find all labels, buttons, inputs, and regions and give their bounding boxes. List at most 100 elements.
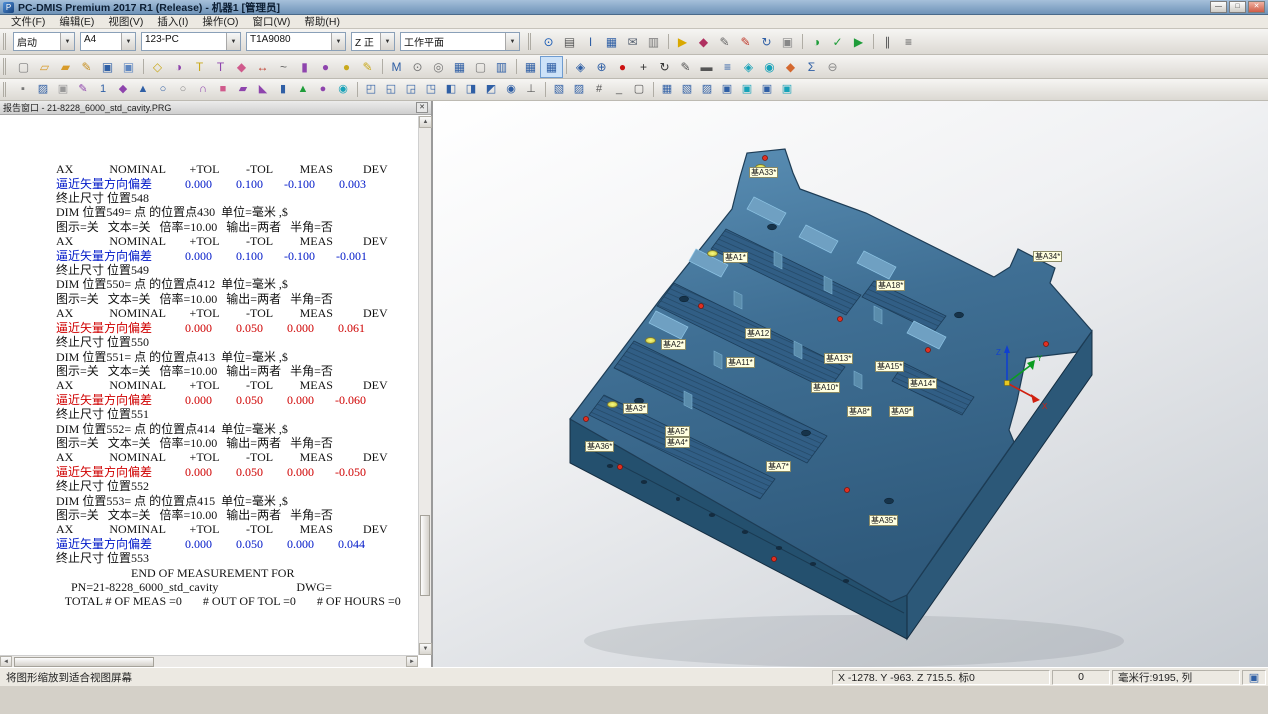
maximize-button[interactable]: □ (1229, 1, 1246, 13)
datum-label[interactable]: 基A18* (876, 280, 905, 291)
report-text-area[interactable]: AX NOMINAL +TOL -TOL MEAS DEV逼近矢量方向偏差 0.… (0, 115, 431, 667)
wireframe-view-icon[interactable]: ▨ (569, 81, 589, 99)
edit-subroutine-icon[interactable]: ✎ (76, 57, 97, 77)
datum-label[interactable]: 基A4* (665, 437, 690, 448)
quick-fix-icon[interactable]: ✎ (735, 32, 756, 52)
notch-feature-icon[interactable]: ∩ (193, 81, 213, 99)
angle-point-icon[interactable]: ◆ (113, 81, 133, 99)
datum-label[interactable]: 基A10* (811, 382, 840, 393)
axis-combo[interactable]: Z 正 ▼ (351, 32, 395, 51)
lock-workpiece-icon[interactable]: ⊖ (822, 57, 843, 77)
message-window-icon[interactable]: ✉ (622, 32, 643, 52)
sphere-feature-icon[interactable]: ● (315, 57, 336, 77)
corner-point-icon[interactable]: ▲ (133, 81, 153, 99)
datum-label[interactable]: 基A12 (745, 328, 771, 339)
pan-view-icon[interactable]: + (633, 57, 654, 77)
save-as-icon[interactable]: ▣ (118, 57, 139, 77)
circle-feature-icon[interactable]: ● (336, 57, 357, 77)
round-slot-icon[interactable]: ○ (173, 81, 193, 99)
edge-point-icon[interactable]: 1 (93, 81, 113, 99)
chevron-down-icon[interactable]: ▼ (226, 33, 240, 50)
save-icon[interactable]: ▣ (97, 57, 118, 77)
cone-icon[interactable]: ▲ (293, 81, 313, 99)
toolbar-icon[interactable] (512, 57, 520, 77)
toolbar-grip[interactable] (528, 33, 535, 51)
datum-target-icon[interactable] (707, 250, 718, 257)
datum-label[interactable]: 基A13* (824, 353, 853, 364)
grid-toggle-icon[interactable]: # (589, 81, 609, 99)
menu-item[interactable]: 视图(V) (101, 14, 150, 29)
wedge-feature-icon[interactable]: ◣ (253, 81, 273, 99)
datum-label[interactable]: 基A33* (749, 167, 778, 178)
horizontal-scroll-thumb[interactable] (14, 657, 154, 667)
probe-paint-icon[interactable]: ✎ (357, 57, 378, 77)
menu-item[interactable]: 窗口(W) (246, 14, 298, 29)
datum-label[interactable]: 基A8* (847, 406, 872, 417)
sphere-icon[interactable]: ● (313, 81, 333, 99)
rotate-3d-icon[interactable]: ↻ (654, 57, 675, 77)
view-back-icon[interactable]: ◲ (401, 81, 421, 99)
report-close-icon[interactable]: ✕ (416, 102, 428, 113)
menu-item[interactable]: 操作(O) (195, 14, 245, 29)
toolbar-icon[interactable] (649, 81, 657, 99)
zoom-circle-icon[interactable]: ◉ (759, 57, 780, 77)
chevron-down-icon[interactable]: ▼ (331, 33, 345, 50)
mini-view-1-icon[interactable]: ▣ (717, 81, 737, 99)
plane-align-icon[interactable]: ◇ (147, 57, 168, 77)
shaded-view-icon[interactable]: ▧ (549, 81, 569, 99)
minimize-button[interactable]: — (1210, 1, 1227, 13)
chevron-down-icon[interactable]: ▼ (505, 33, 519, 50)
square-slot-icon[interactable]: ■ (213, 81, 233, 99)
open-program-icon[interactable]: ▱ (34, 57, 55, 77)
graphics-viewport[interactable]: Z Y X 基A33*基A1*基A18*基A34*基A12基A2*基A11*基A… (433, 101, 1268, 667)
timer-icon[interactable]: ◑ (806, 32, 827, 52)
toolbar-grip[interactable] (3, 33, 10, 51)
point-feature-icon[interactable]: ▪ (13, 81, 33, 99)
window-frame-icon[interactable]: ▢ (629, 81, 649, 99)
report-vertical-scrollbar[interactable]: ▲ ▼ (418, 116, 431, 655)
split-view-3-icon[interactable]: ▨ (697, 81, 717, 99)
scroll-right-icon[interactable]: ► (406, 656, 418, 667)
zoom-fit-icon[interactable]: ⊙ (538, 32, 559, 52)
report-window-header[interactable]: 报告窗口 - 21-8228_6000_std_cavity.PRG ✕ (0, 101, 431, 115)
gage-icon[interactable]: ◎ (428, 57, 449, 77)
text-label-icon[interactable]: T (189, 57, 210, 77)
toolbar-icon[interactable] (869, 32, 877, 52)
rotate-align-icon[interactable]: ◑ (168, 57, 189, 77)
view-setup-icon[interactable]: ◈ (570, 57, 591, 77)
view-bottom-icon[interactable]: ◩ (481, 81, 501, 99)
menu-item[interactable]: 编辑(E) (52, 14, 101, 29)
view-front-icon[interactable]: ◱ (381, 81, 401, 99)
annotation-icon[interactable]: ✎ (675, 57, 696, 77)
datum-target-icon[interactable] (645, 337, 656, 344)
vector-point-icon[interactable]: ✎ (73, 81, 93, 99)
vertical-scroll-thumb[interactable] (420, 515, 430, 596)
datum-label[interactable]: 基A7* (766, 461, 791, 472)
datum-label[interactable]: 基A5* (665, 426, 690, 437)
polygon-feature-icon[interactable]: ▰ (233, 81, 253, 99)
quick-feature-icon[interactable]: ◆ (231, 57, 252, 77)
cylinder-feature-icon[interactable]: ▮ (294, 57, 315, 77)
probe-file-combo[interactable]: A4 ▼ (80, 32, 136, 51)
toolbar-grip[interactable] (3, 58, 10, 74)
toolbar-grip[interactable] (3, 82, 10, 97)
datum-label[interactable]: 基A15* (875, 361, 904, 372)
menu-item[interactable]: 文件(F) (4, 14, 52, 29)
datum-label[interactable]: 基A34* (1033, 251, 1062, 262)
report-layout-icon[interactable]: ≡ (898, 32, 919, 52)
view-top-icon[interactable]: ◨ (461, 81, 481, 99)
new-program-icon[interactable]: ▢ (13, 57, 34, 77)
chevron-down-icon[interactable]: ▼ (121, 33, 135, 50)
open-recent-icon[interactable]: ▰ (55, 57, 76, 77)
toolbar-icon[interactable] (664, 32, 672, 52)
preview-window-icon[interactable]: ▢ (470, 57, 491, 77)
datum-label[interactable]: 基A1* (723, 252, 748, 263)
caliper-icon[interactable]: ∥ (877, 32, 898, 52)
screen-capture-icon[interactable]: ▬ (696, 57, 717, 77)
machine-options-icon[interactable]: M (386, 57, 407, 77)
verify-icon[interactable]: ✓ (827, 32, 848, 52)
color-edit-icon[interactable]: ◆ (780, 57, 801, 77)
menu-item[interactable]: 插入(I) (150, 14, 195, 29)
chevron-down-icon[interactable]: ▼ (380, 33, 394, 50)
toolbar-icon[interactable] (798, 32, 806, 52)
